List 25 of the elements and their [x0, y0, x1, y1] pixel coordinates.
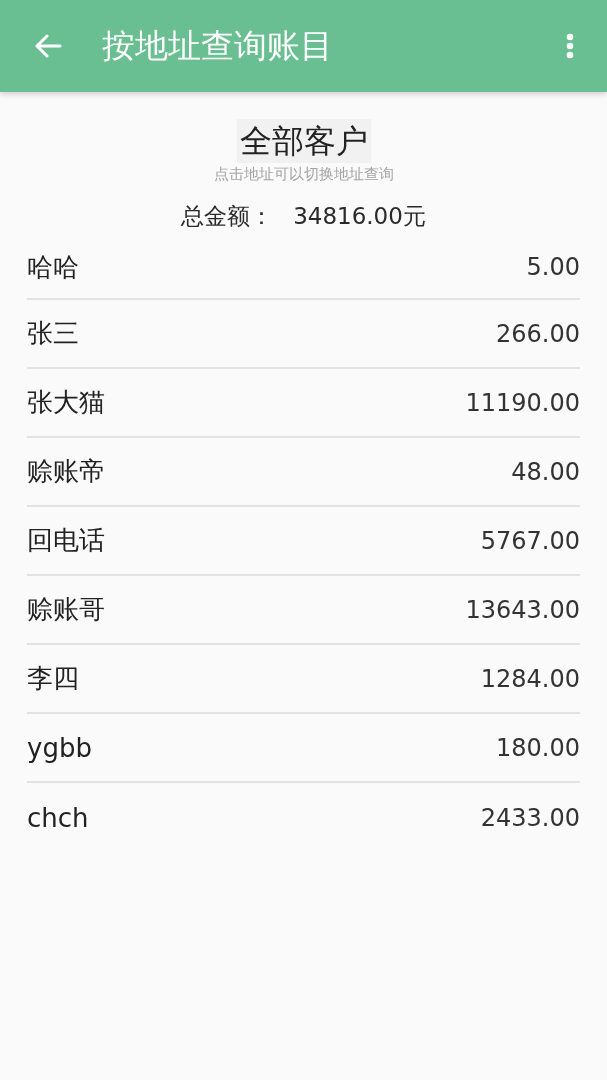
customer-name: 张大猫 — [27, 386, 105, 419]
customer-name: 赊账哥 — [27, 593, 105, 626]
customer-name: 李四 — [27, 662, 79, 695]
customer-amount: 48.00 — [511, 457, 580, 486]
customer-name: ygbb — [27, 732, 92, 763]
customer-amount: 5767.00 — [480, 526, 580, 555]
more-options-icon[interactable] — [566, 33, 574, 59]
customer-amount: 2433.00 — [480, 803, 580, 832]
customer-amount: 5.00 — [526, 253, 580, 281]
screen-title: 按地址查询账目 — [102, 25, 333, 67]
customer-filter-button[interactable]: 全部客户 — [236, 119, 371, 163]
customer-name: chch — [27, 802, 89, 833]
customer-name: 张三 — [27, 317, 79, 350]
customer-amount: 13643.00 — [465, 595, 580, 624]
customer-name: 回电话 — [27, 524, 105, 557]
customer-amount: 266.00 — [496, 319, 580, 348]
customer-amount: 180.00 — [496, 733, 580, 762]
customer-amount: 11190.00 — [465, 388, 580, 417]
total-amount: 34816.00元 — [293, 202, 426, 231]
customer-amount: 1284.00 — [480, 664, 580, 693]
customer-name: 哈哈 — [27, 250, 79, 284]
customer-name: 赊账帝 — [27, 455, 105, 488]
back-icon[interactable] — [34, 34, 62, 58]
total-label: 总金额： — [181, 202, 274, 231]
hint-text: 点击地址可以切换地址查询 — [213, 164, 394, 184]
